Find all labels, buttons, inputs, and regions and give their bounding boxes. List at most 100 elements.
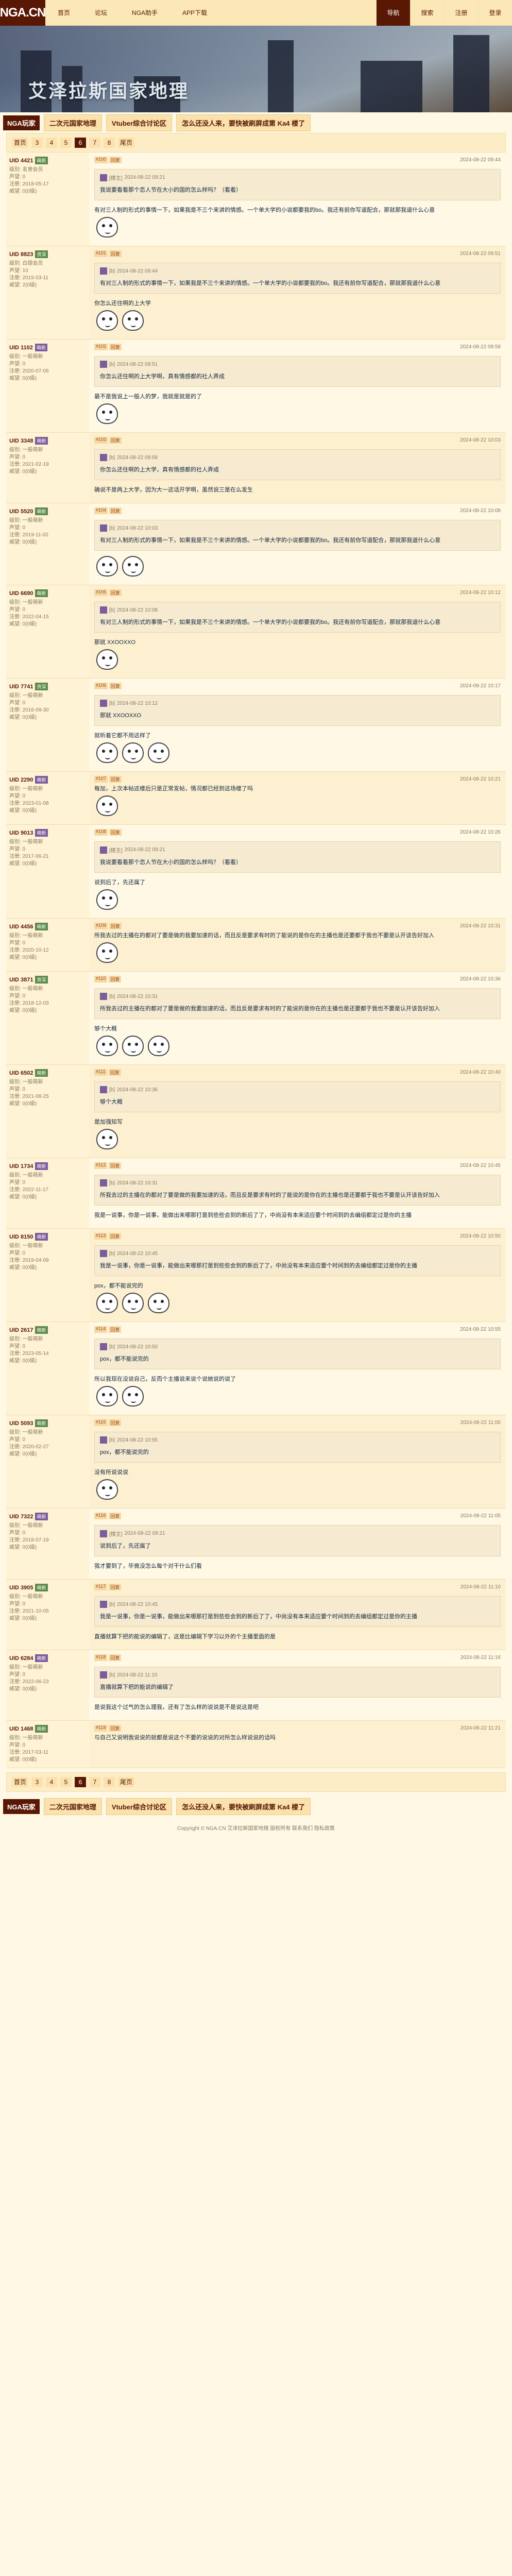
author-name[interactable]: UID 1468 萌新	[9, 1725, 86, 1733]
category-tag-2[interactable]: 怎么还没人来，要快被刷屏成第 Ka4 楼了	[176, 114, 311, 131]
quote-user[interactable]: [b]	[109, 1251, 115, 1257]
author-name[interactable]: UID 1734 萌新	[9, 1162, 86, 1170]
reply-button[interactable]: 回复	[109, 922, 122, 929]
floor-number[interactable]: #118	[94, 1654, 108, 1661]
author-name[interactable]: UID 2617 萌新	[9, 1326, 86, 1334]
author-name[interactable]: UID 8823 资深	[9, 250, 86, 258]
floor-number[interactable]: #111	[94, 1069, 107, 1076]
author-name[interactable]: UID 6502 萌新	[9, 1069, 86, 1077]
top-right-link[interactable]: 搜索	[410, 0, 444, 26]
floor-number[interactable]: #113	[94, 1232, 108, 1240]
floor-number[interactable]: #101	[94, 250, 108, 257]
page-link[interactable]: 7	[89, 1777, 101, 1787]
quote-user[interactable]: [楼主]	[109, 846, 123, 854]
forum-tag[interactable]: NGA玩家	[3, 115, 40, 130]
quote-user[interactable]: [b]	[109, 1087, 115, 1093]
author-uid[interactable]: UID 3871	[9, 977, 33, 983]
author-uid[interactable]: UID 5093	[9, 1420, 33, 1427]
author-uid[interactable]: UID 1734	[9, 1163, 33, 1170]
reply-button[interactable]: 回复	[109, 975, 122, 982]
quote-user[interactable]: [b]	[109, 526, 115, 531]
quote-user[interactable]: [b]	[109, 268, 115, 274]
author-name[interactable]: UID 4421 萌新	[9, 157, 86, 164]
reply-button[interactable]: 回复	[109, 828, 122, 836]
author-name[interactable]: UID 3871 资深	[9, 976, 86, 984]
author-name[interactable]: UID 3348 萌新	[9, 437, 86, 445]
floor-number[interactable]: #107	[94, 775, 108, 783]
author-name[interactable]: UID 7741 资深	[9, 683, 86, 690]
top-right-link[interactable]: 注册	[444, 0, 478, 26]
reply-button[interactable]: 回复	[109, 682, 122, 689]
reply-button[interactable]: 回复	[109, 775, 122, 783]
author-uid[interactable]: UID 5520	[9, 509, 33, 515]
author-uid[interactable]: UID 2617	[9, 1327, 33, 1333]
page-link[interactable]: 3	[31, 1777, 43, 1787]
floor-number[interactable]: #110	[94, 975, 108, 982]
page-link[interactable]: 4	[46, 138, 58, 148]
floor-number[interactable]: #117	[94, 1583, 108, 1590]
author-uid[interactable]: UID 7322	[9, 1514, 33, 1520]
author-uid[interactable]: UID 8823	[9, 251, 33, 258]
quote-user[interactable]: [b]	[109, 1672, 115, 1678]
page-link[interactable]: 尾页	[118, 1777, 135, 1787]
page-link[interactable]: 8	[104, 1777, 115, 1787]
author-uid[interactable]: UID 2290	[9, 777, 33, 783]
author-uid[interactable]: UID 4456	[9, 924, 33, 930]
quote-user[interactable]: [b]	[109, 455, 115, 461]
reply-button[interactable]: 回复	[109, 156, 122, 163]
quote-user[interactable]: [b]	[109, 1602, 115, 1607]
top-right-link[interactable]: 登录	[478, 0, 512, 26]
author-uid[interactable]: UID 8150	[9, 1234, 33, 1240]
reply-button[interactable]: 回复	[109, 589, 122, 596]
author-uid[interactable]: UID 1102	[9, 345, 33, 351]
floor-number[interactable]: #115	[94, 1419, 108, 1426]
floor-number[interactable]: #103	[94, 436, 108, 444]
floor-number[interactable]: #116	[94, 1512, 108, 1519]
floor-number[interactable]: #100	[94, 156, 108, 163]
author-uid[interactable]: UID 6690	[9, 590, 33, 597]
reply-button[interactable]: 回复	[108, 1069, 121, 1076]
reply-button[interactable]: 回复	[109, 1232, 122, 1240]
quote-user[interactable]: [b]	[109, 1437, 115, 1443]
author-name[interactable]: UID 8150 萌新	[9, 1233, 86, 1241]
reply-button[interactable]: 回复	[109, 250, 122, 257]
page-link[interactable]: 4	[46, 1777, 58, 1787]
top-nav-link[interactable]: APP下载	[170, 0, 219, 26]
category-tag-1[interactable]: Vtuber综合讨论区	[106, 1798, 173, 1815]
top-nav-link[interactable]: NGA助手	[120, 0, 170, 26]
floor-number[interactable]: #109	[94, 922, 108, 929]
author-name[interactable]: UID 1102 萌新	[9, 344, 86, 351]
reply-button[interactable]: 回复	[109, 1512, 122, 1519]
quote-user[interactable]: [楼主]	[109, 1530, 123, 1537]
quote-user[interactable]: [b]	[109, 362, 115, 367]
author-name[interactable]: UID 9013 萌新	[9, 829, 86, 837]
author-name[interactable]: UID 5093 萌新	[9, 1419, 86, 1427]
floor-number[interactable]: #112	[94, 1162, 108, 1169]
author-name[interactable]: UID 7322 萌新	[9, 1513, 86, 1520]
page-link[interactable]: 6	[75, 1777, 87, 1787]
reply-button[interactable]: 回复	[109, 1724, 122, 1732]
reply-button[interactable]: 回复	[109, 436, 122, 444]
forum-tag[interactable]: NGA玩家	[3, 1799, 40, 1814]
author-uid[interactable]: UID 3348	[9, 438, 33, 444]
quote-user[interactable]: [b]	[109, 1180, 115, 1186]
floor-number[interactable]: #104	[94, 507, 108, 514]
top-nav-link[interactable]: 论坛	[82, 0, 120, 26]
top-right-link[interactable]: 导航	[376, 0, 410, 26]
floor-number[interactable]: #106	[94, 682, 108, 689]
floor-number[interactable]: #119	[94, 1724, 108, 1732]
page-link[interactable]: 5	[60, 1777, 72, 1787]
author-name[interactable]: UID 6284 萌新	[9, 1654, 86, 1662]
quote-user[interactable]: [b]	[109, 607, 115, 613]
author-uid[interactable]: UID 6284	[9, 1655, 33, 1662]
site-logo[interactable]: NGA.CN	[0, 0, 46, 26]
author-uid[interactable]: UID 4421	[9, 158, 33, 164]
reply-button[interactable]: 回复	[109, 1583, 122, 1590]
author-uid[interactable]: UID 1468	[9, 1726, 33, 1732]
reply-button[interactable]: 回复	[109, 1654, 122, 1661]
quote-user[interactable]: [楼主]	[109, 174, 123, 181]
page-link[interactable]: 首页	[12, 138, 29, 148]
category-tag-0[interactable]: 二次元国家地理	[43, 1798, 102, 1815]
author-uid[interactable]: UID 3905	[9, 1585, 33, 1591]
category-tag-1[interactable]: Vtuber综合讨论区	[106, 114, 173, 131]
